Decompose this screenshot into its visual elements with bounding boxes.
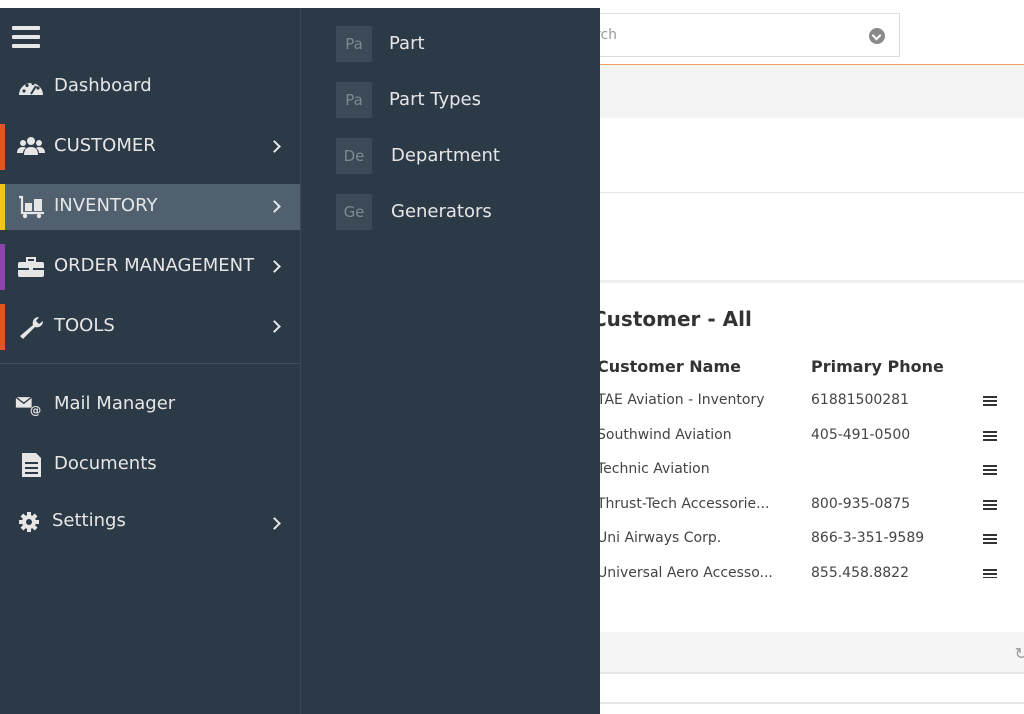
list-icon[interactable] <box>983 430 997 443</box>
document-icon <box>22 453 41 477</box>
chevron-right-icon <box>268 260 281 273</box>
sidebar-item-label: ORDER MANAGEMENT <box>54 255 255 276</box>
chevron-right-icon <box>268 517 281 530</box>
customer-grid: TAE Aviation - Inventory 61881500281 Sou… <box>592 386 1024 578</box>
phone-cell: 855.458.8822 <box>811 564 909 579</box>
dolly-cart-icon <box>19 195 44 219</box>
sidebar-item-order-management[interactable]: ORDER MANAGEMENT <box>0 244 300 290</box>
svg-text:@: @ <box>30 403 41 417</box>
customer-name-cell: Uni Airways Corp. <box>597 530 722 546</box>
chevron-down-circle-icon[interactable] <box>869 28 885 44</box>
table-row[interactable]: TAE Aviation - Inventory 61881500281 <box>592 386 1024 421</box>
panel-footer: ↻ <box>600 632 1024 674</box>
sidebar-item-documents[interactable]: Documents <box>0 442 300 488</box>
table-row[interactable]: Uni Airways Corp. 866-3-351-9589 <box>592 524 1024 559</box>
refresh-icon[interactable]: ↻ <box>1015 644 1024 663</box>
gear-icon <box>19 512 39 532</box>
sidebar-item-label: Settings <box>52 510 126 531</box>
submenu-abbr-badge: Pa <box>336 26 372 62</box>
customer-name-cell: Southwind Aviation <box>597 426 732 443</box>
divider <box>600 280 1024 283</box>
wrench-icon <box>20 316 44 339</box>
customer-name-cell: TAE Aviation - Inventory <box>597 392 765 408</box>
chevron-right-icon <box>268 200 281 213</box>
mail-at-icon: @ <box>15 396 41 417</box>
submenu-abbr-badge: Ge <box>336 194 372 230</box>
divider <box>600 702 1024 704</box>
list-icon[interactable] <box>983 465 997 477</box>
table-row[interactable]: Thrust-Tech Accessorie... 800-935-0875 <box>592 490 1024 525</box>
table-row[interactable]: Universal Aero Accesso... 855.458.8822 <box>592 559 1024 579</box>
panel-title: Customer - All <box>592 307 752 331</box>
phone-cell: 800-935-0875 <box>811 495 911 512</box>
dashboard-gauge-icon <box>19 81 43 95</box>
divider <box>600 192 1024 193</box>
customer-name-cell: Universal Aero Accesso... <box>597 564 773 579</box>
submenu-abbr-badge: Pa <box>336 82 372 118</box>
hamburger-menu-icon[interactable] <box>12 26 40 53</box>
sidebar: Dashboard CUSTOMER INVENTORY ORDER MANAG… <box>0 8 300 714</box>
accent-bar <box>0 184 5 230</box>
customer-name-cell: Technic Aviation <box>597 461 710 477</box>
submenu-item-label: Part Types <box>389 89 481 110</box>
column-header-customer-name[interactable]: Customer Name <box>597 357 741 376</box>
sidebar-divider <box>0 363 300 364</box>
sidebar-item-label: Dashboard <box>54 75 152 96</box>
sidebar-item-mail-manager[interactable]: @ Mail Manager <box>0 382 300 428</box>
list-icon[interactable] <box>983 568 997 578</box>
list-icon[interactable] <box>983 396 997 408</box>
table-row[interactable]: Southwind Aviation 405-491-0500 <box>592 421 1024 456</box>
list-icon[interactable] <box>983 499 997 512</box>
sidebar-item-tools[interactable]: TOOLS <box>0 304 300 350</box>
search-box[interactable]: rch <box>560 13 900 57</box>
sidebar-item-inventory[interactable]: INVENTORY <box>0 184 300 230</box>
list-icon[interactable] <box>983 534 997 546</box>
briefcase-icon <box>18 257 44 277</box>
submenu-item-label: Part <box>389 33 425 54</box>
breadcrumb-band <box>600 65 1024 118</box>
top-bar <box>0 0 1024 8</box>
chevron-right-icon <box>268 140 281 153</box>
sidebar-item-dashboard[interactable]: Dashboard <box>0 64 300 110</box>
submenu-item-label: Department <box>391 145 500 166</box>
sidebar-item-customer[interactable]: CUSTOMER <box>0 124 300 170</box>
users-icon <box>17 137 45 155</box>
sidebar-item-label: Mail Manager <box>54 393 176 414</box>
accent-bar <box>0 304 5 350</box>
sidebar-item-label: TOOLS <box>54 315 115 336</box>
sidebar-item-label: CUSTOMER <box>54 135 156 156</box>
table-row[interactable]: Technic Aviation <box>592 455 1024 490</box>
sidebar-item-settings[interactable]: Settings <box>0 499 300 545</box>
accent-bar <box>0 124 5 170</box>
sidebar-item-label: INVENTORY <box>54 195 158 216</box>
submenu-abbr-badge: De <box>336 138 372 174</box>
submenu-item-label: Generators <box>391 201 492 222</box>
accent-bar <box>0 244 5 290</box>
inventory-submenu: Pa Part Pa Part Types De Department Ge G… <box>300 8 600 714</box>
phone-cell: 405-491-0500 <box>811 426 911 443</box>
sidebar-item-label: Documents <box>54 453 157 474</box>
customer-name-cell: Thrust-Tech Accessorie... <box>597 495 770 512</box>
phone-cell: 866-3-351-9589 <box>811 530 925 546</box>
chevron-right-icon <box>268 320 281 333</box>
column-header-primary-phone[interactable]: Primary Phone <box>811 357 944 376</box>
phone-cell: 61881500281 <box>811 392 909 408</box>
